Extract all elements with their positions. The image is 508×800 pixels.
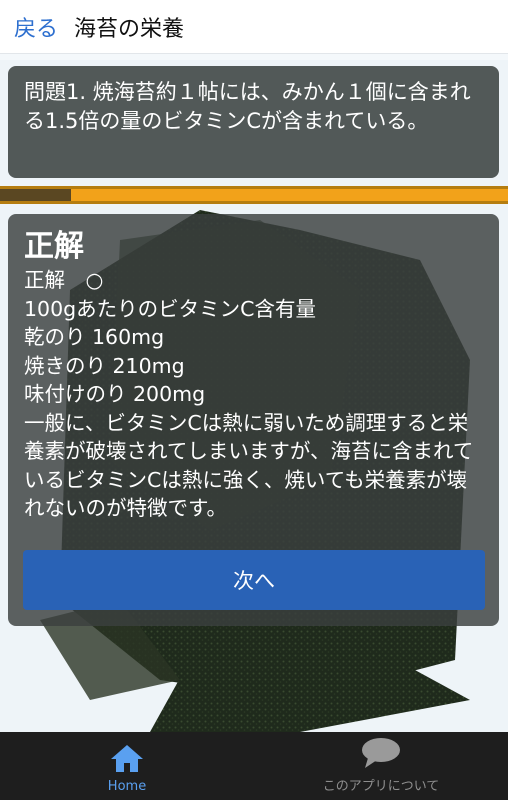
nav-home-label: Home bbox=[107, 779, 147, 794]
answer-line: 焼きのり 210mg bbox=[24, 353, 185, 378]
answer-line: 味付けのり 200mg bbox=[24, 382, 206, 406]
next-button[interactable]: 次へ bbox=[23, 550, 485, 610]
answer-line: 100gあたりのビタミンC含有量 bbox=[24, 296, 316, 321]
answer-line: 乾のり 160mg bbox=[24, 325, 165, 349]
question-card: 問題1. 焼海苔約１帖には、みかん１個に含まれる1.5倍の量のビタミンCが含まれ… bbox=[8, 66, 499, 178]
answer-card: 正解 正解 ○ 100gあたりのビタミンC含有量 乾のり 160mg 焼きのり … bbox=[8, 214, 499, 626]
page-title: 海苔の栄養 bbox=[74, 16, 185, 42]
answer-heading: 正解 bbox=[24, 229, 84, 264]
question-text: 問題1. 焼海苔約１帖には、みかん１個に含まれる1.5倍の量のビタミンCが含まれ… bbox=[24, 80, 471, 133]
top-bar: 戻る 海苔の栄養 bbox=[0, 0, 508, 54]
nav-about[interactable]: このアプリについて bbox=[254, 732, 508, 800]
progress-fill bbox=[0, 189, 71, 201]
answer-details: 正解 ○ 100gあたりのビタミンC含有量 乾のり 160mg 焼きのり 210… bbox=[24, 266, 485, 409]
bottom-nav: Home このアプリについて bbox=[0, 732, 508, 800]
progress-remaining bbox=[71, 189, 508, 201]
nav-home[interactable]: Home bbox=[0, 732, 254, 800]
answer-explanation: 一般に、ビタミンCは熱に弱いため調理すると栄養素が破壊されてしまいますが、海苔に… bbox=[24, 410, 474, 521]
answer-result: 正解 ○ bbox=[24, 268, 104, 292]
speech-bubble-icon bbox=[360, 737, 402, 773]
back-link[interactable]: 戻る bbox=[14, 11, 58, 43]
progress-bar bbox=[0, 186, 508, 204]
home-icon bbox=[109, 743, 145, 777]
nav-about-label: このアプリについて bbox=[322, 779, 440, 794]
